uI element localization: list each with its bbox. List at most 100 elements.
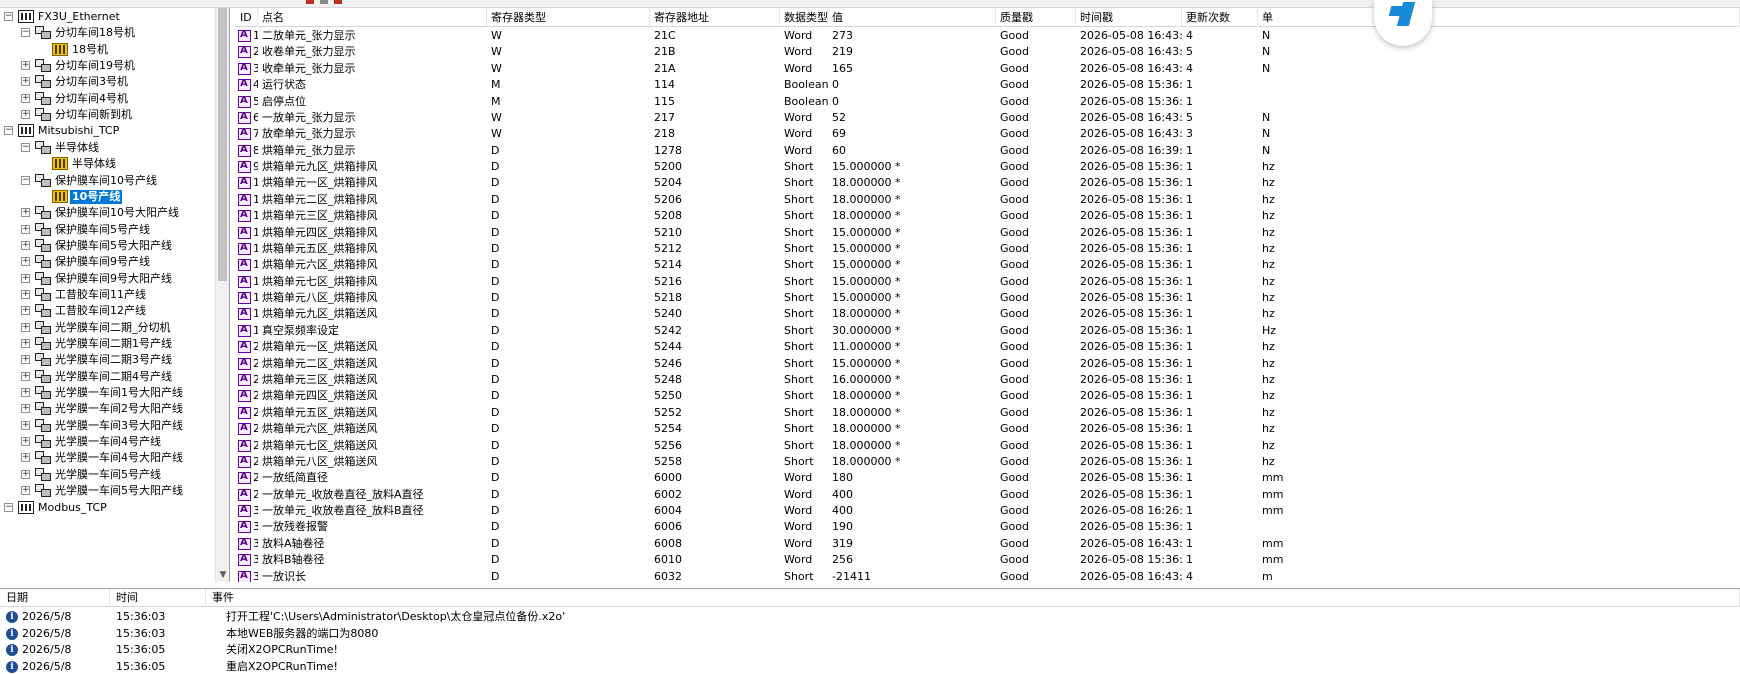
column-header[interactable]: 更新次数: [1182, 8, 1258, 27]
tree-node[interactable]: + 保护膜车间9号产线: [0, 253, 216, 271]
device-tree[interactable]: − FX3U_Ethernet − 分切车间18号机 18号机 + 分切车间19号机 + 分切车…: [0, 8, 230, 582]
table-row[interactable]: 1 二放单元_张力显示 W 21C Word 273 Good 2026-05-08 16:4…: [236, 28, 1740, 44]
event-log[interactable]: 日期 时间 事件 i 2026/5/8 15:36:03 打开工程'C:\Users\Ad…: [0, 588, 1740, 674]
tree-node[interactable]: + 光学膜一车间4号大阳产线: [0, 449, 216, 467]
toolbar-icon[interactable]: [306, 0, 314, 4]
table-row[interactable]: 18 烘箱单元九区_烘箱送风 D 5240 Short 18.000000 * Good 20…: [236, 306, 1740, 322]
tree-node[interactable]: + 保护膜车间5号产线: [0, 221, 216, 239]
table-row[interactable]: 17 烘箱单元八区_烘箱排风 D 5218 Short 15.000000 * Good 20…: [236, 290, 1740, 306]
expand-icon[interactable]: +: [21, 224, 30, 234]
table-row[interactable]: 23 烘箱单元四区_烘箱送风 D 5250 Short 18.000000 * Good 20…: [236, 388, 1740, 404]
table-row[interactable]: 19 真空泵频率设定 D 5242 Short 30.000000 * Good 2026-0…: [236, 323, 1740, 339]
expand-icon[interactable]: +: [21, 110, 30, 120]
table-row[interactable]: 34 一放识长 D 6032 Short -21411 Good 2026-05-08 16:…: [236, 569, 1740, 582]
table-row[interactable]: 22 烘箱单元三区_烘箱送风 D 5248 Short 16.000000 * Good 20…: [236, 372, 1740, 388]
column-header[interactable]: 寄存器地址: [650, 8, 780, 27]
tree-node[interactable]: + 光学膜一车间4号产线: [0, 433, 216, 451]
column-header[interactable]: ID: [236, 8, 258, 27]
tree-node[interactable]: − 分切车间18号机: [0, 24, 216, 42]
table-row[interactable]: 27 烘箱单元八区_烘箱送风 D 5258 Short 18.000000 * Good 20…: [236, 454, 1740, 470]
tree-node[interactable]: − 半导体线: [0, 139, 216, 157]
tree-node[interactable]: + 光学膜一车间2号大阳产线: [0, 400, 216, 418]
table-row[interactable]: 31 一放残卷报警 D 6006 Word 190 Good 2026-05-08 15:36…: [236, 519, 1740, 535]
column-header[interactable]: 质量戳: [996, 8, 1076, 27]
tree-node[interactable]: − Modbus_TCP: [0, 499, 216, 517]
column-header[interactable]: 值: [828, 8, 996, 27]
tree-node[interactable]: + 工昔胶车间12产线: [0, 302, 216, 320]
table-row[interactable]: 28 一放纸简直径 D 6000 Word 180 Good 2026-05-08 15:36…: [236, 470, 1740, 486]
table-row[interactable]: 2 收卷单元_张力显示 W 21B Word 219 Good 2026-05-08 16:4…: [236, 44, 1740, 60]
table-row[interactable]: 3 收牵单元_张力显示 W 21A Word 165 Good 2026-05-08 16:4…: [236, 61, 1740, 77]
expand-icon[interactable]: +: [21, 355, 30, 365]
collapse-icon[interactable]: −: [21, 175, 30, 185]
log-row[interactable]: i 2026/5/8 15:36:05 关闭X2OPCRunTime!: [0, 642, 1740, 659]
expand-icon[interactable]: +: [21, 240, 30, 250]
tree-node[interactable]: − Mitsubishi_TCP: [0, 122, 216, 140]
expand-icon[interactable]: +: [21, 322, 30, 332]
expand-icon[interactable]: +: [21, 339, 30, 348]
tree-node[interactable]: + 分切车间3号机: [0, 73, 216, 91]
log-column-header[interactable]: 日期: [0, 589, 110, 607]
table-row[interactable]: 14 烘箱单元五区_烘箱排风 D 5212 Short 15.000000 * Good 20…: [236, 241, 1740, 257]
expand-icon[interactable]: +: [21, 404, 30, 414]
table-row[interactable]: 25 烘箱单元六区_烘箱送风 D 5254 Short 18.000000 * Good 20…: [236, 421, 1740, 437]
column-header[interactable]: 单: [1258, 8, 1740, 27]
tree-node[interactable]: + 光学膜一车间5号产线: [0, 466, 216, 484]
table-row[interactable]: 6 一放单元_张力显示 W 217 Word 52 Good 2026-05-08 16:43…: [236, 110, 1740, 126]
toolbar-icon[interactable]: [320, 0, 328, 4]
column-header[interactable]: 时间戳: [1076, 8, 1182, 27]
tree-node[interactable]: + 光学膜车间二期_分切机: [0, 319, 216, 337]
tree-node[interactable]: + 分切车间4号机: [0, 90, 216, 108]
table-row[interactable]: 21 烘箱单元二区_烘箱送风 D 5246 Short 15.000000 * Good 20…: [236, 356, 1740, 372]
table-row[interactable]: 5 启停点位 M 115 Boolean 0 Good 2026-05-08 15:36:11…: [236, 94, 1740, 110]
expand-icon[interactable]: +: [21, 453, 30, 463]
tree-node[interactable]: + 分切车间新到机: [0, 106, 216, 124]
log-column-header[interactable]: 时间: [110, 589, 206, 607]
tree-scrollbar[interactable]: ▲ ▼: [215, 8, 229, 582]
table-row[interactable]: 33 放料B轴卷径 D 6010 Word 256 Good 2026-05-08 15:36…: [236, 552, 1740, 568]
tree-node[interactable]: 半导体线: [0, 155, 216, 173]
table-row[interactable]: 7 放牵单元_张力显示 W 218 Word 69 Good 2026-05-08 16:43…: [236, 126, 1740, 142]
expand-icon[interactable]: +: [21, 208, 30, 218]
table-row[interactable]: 26 烘箱单元七区_烘箱送风 D 5256 Short 18.000000 * Good 20…: [236, 438, 1740, 454]
expand-icon[interactable]: +: [21, 306, 30, 316]
collapse-icon[interactable]: −: [21, 142, 30, 152]
collapse-icon[interactable]: −: [21, 28, 30, 38]
tree-node[interactable]: + 光学膜车间二期4号产线: [0, 368, 216, 386]
tree-node[interactable]: + 保护膜车间9号大阳产线: [0, 270, 216, 288]
tree-node[interactable]: + 保护膜车间10号大阳产线: [0, 204, 216, 222]
table-row[interactable]: 32 放料A轴卷径 D 6008 Word 319 Good 2026-05-08 16:43…: [236, 536, 1740, 552]
collapse-icon[interactable]: −: [4, 126, 13, 136]
tree-node[interactable]: + 光学膜车间二期1号产线: [0, 335, 216, 353]
log-row[interactable]: i 2026/5/8 15:36:03 本地WEB服务器的端口为8080: [0, 626, 1740, 643]
table-row[interactable]: 30 一放单元_收放卷直径_放料B直径 D 6004 Word 400 Good 2026-0…: [236, 503, 1740, 519]
expand-icon[interactable]: +: [21, 289, 30, 299]
table-row[interactable]: 12 烘箱单元三区_烘箱排风 D 5208 Short 18.000000 * Good 20…: [236, 208, 1740, 224]
table-row[interactable]: 9 烘箱单元九区_烘箱排风 D 5200 Short 15.000000 * Good 202…: [236, 159, 1740, 175]
log-row[interactable]: i 2026/5/8 15:36:03 打开工程'C:\Users\Administr…: [0, 609, 1740, 626]
table-row[interactable]: 29 一放单元_收放卷直径_放料A直径 D 6002 Word 400 Good 2026-0…: [236, 487, 1740, 503]
table-row[interactable]: 10 烘箱单元一区_烘箱排风 D 5204 Short 18.000000 * Good 20…: [236, 175, 1740, 191]
table-row[interactable]: 13 烘箱单元四区_烘箱排风 D 5210 Short 15.000000 * Good 20…: [236, 225, 1740, 241]
expand-icon[interactable]: +: [21, 388, 30, 398]
expand-icon[interactable]: +: [21, 420, 30, 430]
expand-icon[interactable]: +: [21, 93, 30, 103]
toolbar-icon[interactable]: [334, 0, 342, 4]
tree-node[interactable]: + 工昔胶车间11产线: [0, 286, 216, 304]
tree-node[interactable]: 10号产线: [0, 188, 216, 206]
tree-node[interactable]: + 光学膜一车间3号大阳产线: [0, 417, 216, 435]
collapse-icon[interactable]: −: [4, 502, 13, 512]
table-row[interactable]: 4 运行状态 M 114 Boolean 0 Good 2026-05-08 15:36:11…: [236, 77, 1740, 93]
tree-node[interactable]: + 光学膜车间二期3号产线: [0, 351, 216, 369]
tag-grid[interactable]: ID点名寄存器类型寄存器地址数据类型值质量戳时间戳更新次数单 1 二放单元_张力显…: [236, 8, 1740, 582]
tree-node[interactable]: 18号机: [0, 41, 216, 59]
expand-icon[interactable]: +: [21, 486, 30, 496]
column-header[interactable]: 数据类型: [780, 8, 828, 27]
table-row[interactable]: 20 烘箱单元一区_烘箱送风 D 5244 Short 11.000000 * Good 20…: [236, 339, 1740, 355]
expand-icon[interactable]: +: [21, 273, 30, 283]
tree-node[interactable]: + 分切车间19号机: [0, 57, 216, 75]
expand-icon[interactable]: +: [21, 257, 30, 267]
table-row[interactable]: 8 烘箱单元_张力显示 D 1278 Word 60 Good 2026-05-08 16:3…: [236, 143, 1740, 159]
expand-icon[interactable]: +: [21, 469, 30, 479]
collapse-icon[interactable]: −: [4, 12, 13, 21]
